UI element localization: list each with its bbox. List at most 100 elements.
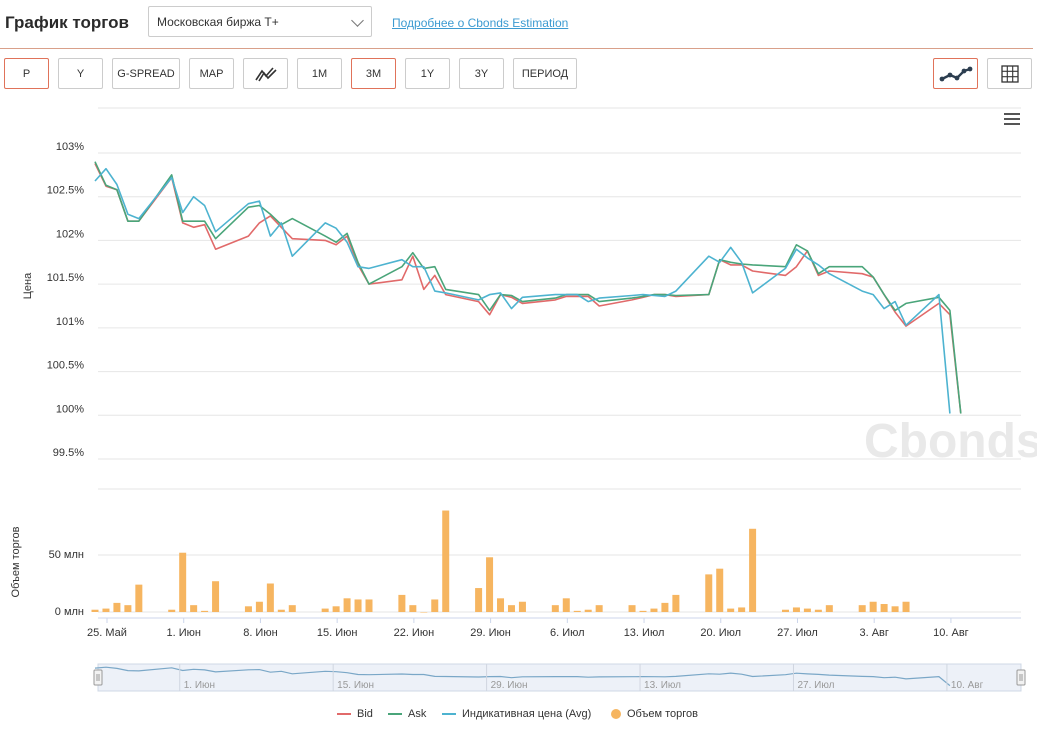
period-3m-label: 3M [365, 67, 382, 80]
legend-item-bid[interactable]: Bid [337, 708, 373, 720]
volume-bar [354, 599, 362, 612]
legend-ask-swatch [388, 713, 402, 715]
volume-bar [91, 609, 99, 612]
volume-bar [486, 557, 494, 612]
volume-bar [179, 552, 187, 612]
period-3y-button[interactable]: 3Y [459, 58, 504, 89]
yield-button[interactable]: Y [58, 58, 103, 89]
volume-bar [168, 609, 176, 612]
g-spread-button-label: G-SPREAD [117, 67, 175, 80]
volume-bar [672, 594, 680, 612]
volume-bar [266, 583, 274, 612]
volume-bar [650, 608, 658, 612]
legend-item-avg[interactable]: Индикативная цена (Avg) [442, 708, 591, 720]
volume-bar [431, 599, 439, 612]
table-view-button[interactable] [987, 58, 1032, 89]
cbonds-watermark: Cbonds [864, 415, 1037, 468]
x-tick-label: 15. Июн [317, 627, 358, 639]
volume-bar [858, 605, 866, 612]
navigator-left-handle [93, 669, 103, 686]
volume-bar [573, 610, 581, 612]
yield-button-label: Y [76, 67, 85, 80]
exchange-select[interactable]: Московская биржа Т+ [148, 6, 372, 37]
x-tick-label: 27. Июл [777, 627, 818, 639]
price-chart: 103% 102.5% 102% 101.5% 101% 100.5% 100% 99.5% Ц… [10, 107, 1037, 692]
navigator-right-handle [1016, 669, 1026, 686]
volume-bar [288, 605, 296, 612]
volume-bar [792, 607, 800, 612]
price-tick-label: 100% [56, 403, 84, 415]
volume-bar [803, 608, 811, 612]
period-1m-label: 1M [311, 67, 328, 80]
volume-bar [518, 601, 526, 612]
page-title: График торгов [5, 13, 129, 32]
x-tick-label: 22. Июн [394, 627, 435, 639]
custom-period-button[interactable]: ПЕРИОД [513, 58, 577, 89]
navigator-tick-label: 29. Июн [491, 680, 528, 691]
chart-legend: Bid Ask Индикативная цена (Avg) Объем то… [0, 708, 1037, 724]
chart-menu-icon[interactable] [1004, 113, 1020, 125]
volume-bar [277, 609, 285, 612]
period-1m-button[interactable]: 1M [297, 58, 342, 89]
period-3m-button[interactable]: 3M [351, 58, 396, 89]
bid-series-line [94, 163, 962, 414]
estimation-info-link[interactable]: Подробнее о Cbonds Estimation [392, 16, 568, 30]
table-grid-icon [1000, 64, 1019, 83]
price-tick-label: 100.5% [47, 360, 85, 372]
volume-bar [409, 605, 417, 612]
price-tick-label: 101.5% [47, 272, 85, 284]
price-button-label: P [22, 67, 31, 80]
line-view-button[interactable] [933, 58, 978, 89]
volume-bar [869, 601, 877, 612]
legend-ask-label: Ask [408, 708, 427, 720]
price-axis-title: Цена [22, 272, 34, 299]
volume-bar [781, 609, 789, 612]
ask-series-line [94, 161, 962, 414]
navigator-tick-label: 13. Июл [644, 680, 681, 691]
volume-bar [738, 607, 746, 612]
price-tick-label: 99.5% [53, 447, 84, 459]
volume-bar [442, 510, 450, 612]
navigator-tick-label: 15. Июн [337, 680, 374, 691]
volume-bar [880, 604, 888, 612]
period-1y-button[interactable]: 1Y [405, 58, 450, 89]
volume-bar [201, 610, 209, 612]
x-tick-label: 13. Июл [624, 627, 665, 639]
volume-bar [551, 605, 559, 612]
volume-bar [705, 574, 713, 612]
custom-period-label: ПЕРИОД [521, 67, 569, 80]
x-tick-label: 20. Июл [700, 627, 741, 639]
volume-bar [365, 599, 373, 612]
x-tick-label: 1. Июн [166, 627, 200, 639]
volume-bar [244, 606, 252, 612]
volume-bar [124, 605, 132, 612]
legend-item-volume[interactable]: Объем торгов [611, 708, 698, 720]
volume-tick-label: 50 млн [49, 549, 84, 561]
volume-bar [135, 584, 143, 612]
map-button[interactable]: MAP [189, 58, 234, 89]
volume-bar [321, 608, 329, 612]
period-3y-label: 3Y [474, 67, 489, 80]
x-tick-label: 8. Июн [243, 627, 277, 639]
volume-bar [343, 598, 351, 612]
avg-series-line [94, 167, 951, 414]
price-button[interactable]: P [4, 58, 49, 89]
volume-tick-label: 0 млн [55, 606, 84, 618]
period-1y-label: 1Y [420, 67, 435, 80]
g-spread-button[interactable]: G-SPREAD [112, 58, 180, 89]
volume-axis-title: Объем торгов [10, 526, 22, 597]
volume-bar [595, 605, 603, 612]
header-bar: График торгов Московская биржа Т+ Подроб… [0, 0, 1033, 49]
compare-button[interactable] [243, 58, 288, 89]
chevron-down-icon [351, 14, 364, 27]
legend-item-ask[interactable]: Ask [388, 708, 426, 720]
volume-bar [562, 598, 570, 612]
x-tick-label: 3. Авг [859, 627, 888, 639]
volume-bar [420, 612, 428, 613]
volume-bar [584, 609, 592, 612]
legend-avg-label: Индикативная цена (Avg) [462, 708, 592, 720]
x-tick-label: 29. Июн [470, 627, 511, 639]
price-tick-label: 103% [56, 141, 84, 153]
volume-bar [825, 605, 833, 612]
navigator-tick-label: 10. Авг [951, 680, 984, 691]
